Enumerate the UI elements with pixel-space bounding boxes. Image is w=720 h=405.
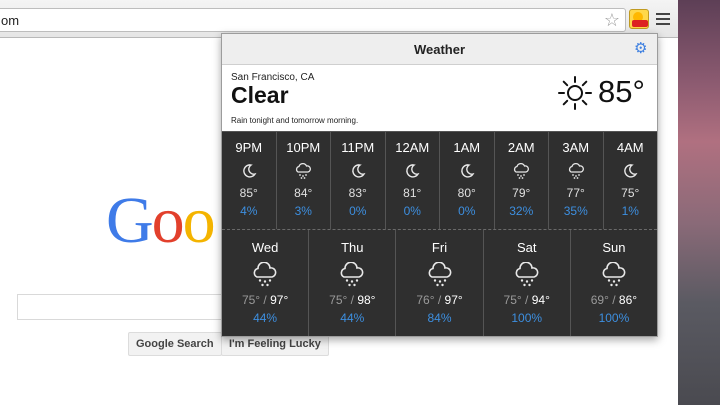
rain-cloud-icon bbox=[426, 261, 454, 288]
address-bar[interactable]: om ☆ bbox=[0, 8, 626, 32]
daily-item: Fri 76° / 97° 84% bbox=[396, 230, 484, 336]
hour-precipitation: 32% bbox=[509, 204, 534, 218]
hourly-item: 9PM 85° 4% bbox=[222, 132, 277, 229]
day-high: 86° bbox=[618, 293, 638, 307]
rain-cloud-icon bbox=[600, 261, 628, 288]
hour-time: 2AM bbox=[507, 140, 535, 155]
hour-precipitation: 35% bbox=[563, 204, 588, 218]
day-temperature-range: 75° / 94° bbox=[503, 293, 550, 307]
moon-icon bbox=[621, 162, 639, 180]
hour-temperature: 83° bbox=[348, 186, 367, 200]
day-name: Thu bbox=[341, 240, 364, 255]
daily-item: Sun 69° / 86° 100% bbox=[571, 230, 657, 336]
day-temperature-range: 75° / 97° bbox=[241, 293, 289, 307]
google-logo: Goo bbox=[106, 184, 216, 257]
hamburger-menu-icon[interactable] bbox=[656, 13, 670, 25]
hour-temperature: 79° bbox=[512, 186, 531, 200]
hour-precipitation: 0% bbox=[458, 204, 476, 218]
hour-temperature: 77° bbox=[566, 186, 585, 200]
hourly-forecast: 9PM 85° 4% 10PM 84° 3% 11PM 83° 0% 12AM 81° 0% 1AM 80… bbox=[222, 131, 657, 229]
rain-cloud-icon bbox=[338, 261, 366, 288]
current-temperature: 85° bbox=[598, 74, 645, 109]
day-precipitation: 100% bbox=[598, 311, 630, 325]
hour-temperature: 85° bbox=[239, 186, 258, 200]
hour-time: 1AM bbox=[453, 140, 481, 155]
popup-header: Weather ⚙ bbox=[222, 34, 657, 65]
day-temperature-range: 76° / 97° bbox=[416, 293, 463, 307]
hour-temperature: 81° bbox=[403, 186, 422, 200]
hourly-item: 11PM 83° 0% bbox=[331, 132, 386, 229]
day-low: 69° bbox=[590, 293, 609, 307]
daily-item: Sat 75° / 94° 100% bbox=[484, 230, 571, 336]
desktop-background bbox=[678, 0, 720, 405]
daily-item: Wed 75° / 97° 44% bbox=[222, 230, 310, 336]
moon-icon bbox=[458, 162, 476, 180]
day-name: Wed bbox=[251, 240, 279, 255]
hour-precipitation: 0% bbox=[349, 204, 367, 218]
weather-extension-icon[interactable] bbox=[629, 9, 649, 29]
day-low: 75° bbox=[329, 293, 348, 307]
rain-cloud-icon bbox=[251, 261, 279, 288]
hourly-item: 12AM 81° 0% bbox=[386, 132, 440, 229]
hour-time: 4AM bbox=[616, 140, 644, 155]
hour-precipitation: 3% bbox=[294, 204, 312, 218]
day-high: 98° bbox=[357, 293, 376, 307]
day-precipitation: 44% bbox=[253, 311, 278, 325]
day-high: 97° bbox=[444, 293, 463, 307]
hourly-item: 1AM 80° 0% bbox=[440, 132, 495, 229]
hour-temperature: 80° bbox=[457, 186, 476, 200]
hour-time: 10PM bbox=[286, 140, 321, 155]
hourly-item: 10PM 84° 3% bbox=[277, 132, 331, 229]
condition-label: Clear bbox=[231, 82, 289, 108]
day-high: 97° bbox=[270, 293, 289, 307]
rain-cloud-icon bbox=[567, 162, 585, 180]
rain-cloud-icon bbox=[513, 261, 541, 288]
day-precipitation: 84% bbox=[427, 311, 452, 325]
day-low: 76° bbox=[416, 293, 435, 307]
extension-badge bbox=[632, 20, 648, 27]
day-precipitation: 44% bbox=[340, 311, 365, 325]
hour-time: 3AM bbox=[562, 140, 590, 155]
current-conditions: San Francisco, CA Clear Rain tonight and… bbox=[222, 66, 657, 131]
moon-icon bbox=[403, 162, 421, 180]
hour-time: 9PM bbox=[235, 140, 263, 155]
hour-time: 12AM bbox=[395, 140, 430, 155]
hour-precipitation: 0% bbox=[403, 204, 421, 218]
popup-title: Weather bbox=[413, 42, 466, 57]
day-precipitation: 100% bbox=[511, 311, 543, 325]
hour-precipitation: 1% bbox=[621, 204, 639, 218]
hourly-item: 3AM 77° 35% bbox=[549, 132, 604, 229]
day-temperature-range: 69° / 86° bbox=[590, 293, 638, 307]
gear-icon[interactable]: ⚙ bbox=[634, 41, 647, 57]
address-bar-text: om bbox=[1, 13, 20, 28]
sun-icon bbox=[558, 76, 592, 110]
hourly-item: 2AM 79° 32% bbox=[495, 132, 549, 229]
weather-popup: Weather ⚙ San Francisco, CA Clear Rain t… bbox=[221, 33, 658, 337]
daily-item: Thu 75° / 98° 44% bbox=[309, 230, 397, 336]
rain-cloud-icon bbox=[294, 162, 312, 180]
moon-icon bbox=[349, 162, 367, 180]
hour-time: 11PM bbox=[341, 140, 375, 155]
rain-cloud-icon bbox=[512, 162, 530, 180]
hour-temperature: 75° bbox=[621, 186, 640, 200]
moon-icon bbox=[240, 162, 258, 180]
day-name: Fri bbox=[431, 240, 448, 255]
hour-precipitation: 4% bbox=[240, 204, 258, 218]
forecast-summary: Rain tonight and tomorrow morning. bbox=[231, 116, 359, 125]
day-low: 75° bbox=[241, 293, 261, 307]
day-name: Sat bbox=[516, 240, 537, 255]
google-search-button[interactable]: Google Search bbox=[128, 332, 222, 356]
daily-forecast: Wed 75° / 97° 44% Thu 75° / 98° 44% Fri 76° / 9… bbox=[222, 229, 657, 336]
day-temperature-range: 75° / 98° bbox=[329, 293, 376, 307]
hour-temperature: 84° bbox=[294, 186, 313, 200]
google-search-input[interactable] bbox=[17, 294, 237, 320]
day-low: 75° bbox=[503, 293, 522, 307]
bookmark-star-icon[interactable]: ☆ bbox=[604, 10, 620, 30]
day-high: 94° bbox=[531, 293, 550, 307]
day-name: Sun bbox=[602, 240, 626, 255]
hourly-item: 4AM 75° 1% bbox=[604, 132, 658, 229]
